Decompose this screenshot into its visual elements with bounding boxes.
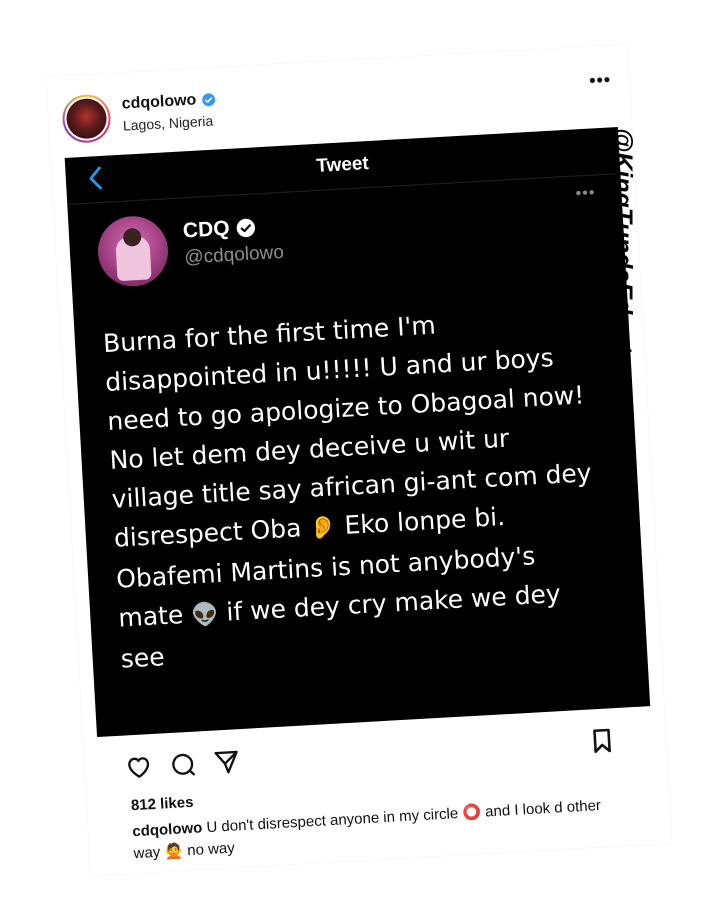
- comment-icon[interactable]: [168, 750, 198, 780]
- watermark-text: @KingTundeEdnut: [609, 127, 638, 353]
- likes-count[interactable]: 812 likes: [130, 794, 193, 814]
- caption-text: U don't disrespect anyone in my circle: [201, 805, 459, 837]
- post-location[interactable]: Lagos, Nigeria: [123, 113, 214, 134]
- caption-text: no way: [182, 839, 236, 860]
- tweet-name-row: CDQ: [182, 215, 256, 243]
- ear-emoji: 👂: [308, 515, 338, 542]
- bookmark-icon[interactable]: [587, 726, 617, 756]
- tweet-screenshot: Tweet ••• CDQ @cdqolowo Burna for the fi…: [64, 127, 651, 738]
- username-row: cdqolowo: [121, 90, 216, 113]
- post-caption: cdqolowo U don't disrespect anyone in my…: [132, 793, 634, 865]
- tweet-body: Burna for the first time I'm disappointe…: [102, 297, 611, 679]
- tweet-display-name[interactable]: CDQ: [182, 217, 230, 244]
- verified-icon: [201, 93, 215, 107]
- caption-username[interactable]: cdqolowo: [132, 819, 203, 840]
- share-icon[interactable]: [212, 747, 242, 777]
- red-circle-emoji: ⭕: [461, 803, 482, 822]
- tweet-more-icon[interactable]: •••: [575, 184, 596, 203]
- profile-avatar[interactable]: [61, 93, 112, 144]
- more-options-icon[interactable]: •••: [589, 69, 612, 91]
- watermark-handle: @KingTundeEdnut: [598, 110, 648, 370]
- tweet-nav-title: Tweet: [315, 153, 370, 177]
- tweet-text-part: if we dey cry make we dey see: [119, 578, 562, 674]
- tweet-avatar[interactable]: [96, 214, 170, 289]
- heart-icon[interactable]: [124, 752, 154, 782]
- no-gesture-emoji: 🙅: [163, 842, 184, 861]
- verified-icon: [236, 218, 255, 238]
- instagram-post-card: cdqolowo Lagos, Nigeria ••• Tweet ••• CD…: [46, 44, 672, 876]
- tweet-handle[interactable]: @cdqolowo: [184, 242, 285, 270]
- post-actions: [124, 724, 655, 786]
- post-username[interactable]: cdqolowo: [121, 92, 197, 114]
- alien-emoji: 👽: [190, 602, 220, 629]
